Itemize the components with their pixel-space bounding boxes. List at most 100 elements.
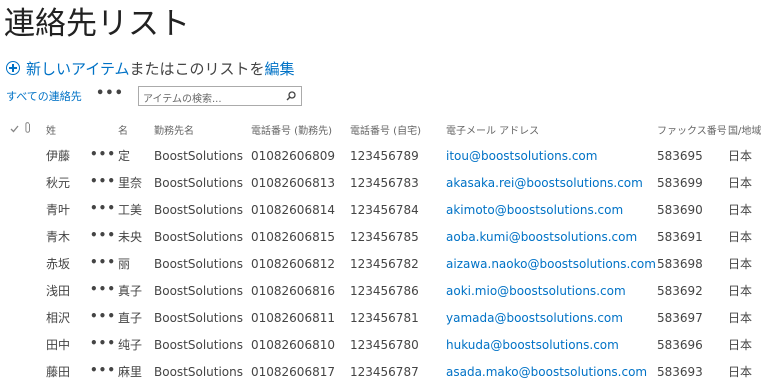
cell-email-link[interactable]: aizawa.naoko@boostsolutions.com — [446, 256, 656, 272]
cell-email-link[interactable]: akimoto@boostsolutions.com — [446, 202, 623, 218]
row-menu-button[interactable]: ••• — [90, 228, 116, 242]
new-item-link[interactable]: 新しいアイテム — [26, 58, 130, 79]
cell-country: 日本 — [728, 176, 753, 190]
cell-business-phone: 01082606812 — [251, 257, 335, 271]
column-header-home-phone[interactable]: 電話番号 (自宅) — [350, 122, 421, 138]
cell-country: 日本 — [728, 203, 753, 217]
cell-email-link[interactable]: itou@boostsolutions.com — [446, 148, 597, 164]
cell-email-link[interactable]: aoki.mio@boostsolutions.com — [446, 283, 626, 299]
view-bar: すべての連絡先 ••• — [6, 86, 306, 109]
table-row[interactable]: 赤坂 ••• 丽 BoostSolutions 01082606812 1234… — [0, 252, 767, 278]
cell-last-name: 青叶 — [46, 203, 71, 217]
cell-business-phone: 01082606813 — [251, 176, 335, 190]
cell-first-name: 麻里 — [118, 365, 143, 379]
row-menu-button[interactable]: ••• — [90, 336, 116, 350]
row-menu-button[interactable]: ••• — [90, 147, 116, 161]
cell-fax: 583696 — [657, 338, 703, 352]
cell-last-name: 藤田 — [46, 365, 71, 379]
cell-fax: 583691 — [657, 230, 703, 244]
cell-fax: 583695 — [657, 149, 703, 163]
cell-email-link[interactable]: yamada@boostsolutions.com — [446, 310, 623, 326]
check-icon[interactable] — [10, 125, 19, 133]
table-row[interactable]: 青叶 ••• 工美 BoostSolutions 01082606814 123… — [0, 198, 767, 224]
table-row[interactable]: 伊藤 ••• 定 BoostSolutions 01082606809 1234… — [0, 144, 767, 170]
cell-first-name: 丽 — [118, 257, 131, 271]
cell-email-link[interactable]: akasaka.rei@boostsolutions.com — [446, 175, 643, 191]
cell-company: BoostSolutions — [154, 338, 244, 352]
cell-company: BoostSolutions — [154, 284, 244, 298]
page-title: 連絡先リスト — [4, 6, 190, 42]
row-menu-button[interactable]: ••• — [90, 282, 116, 296]
cell-country: 日本 — [728, 311, 753, 325]
cell-fax: 583697 — [657, 311, 703, 325]
row-menu-button[interactable]: ••• — [90, 201, 116, 215]
cell-first-name: 真子 — [118, 284, 143, 298]
cell-last-name: 相沢 — [46, 311, 71, 325]
cell-home-phone: 123456780 — [350, 338, 419, 352]
cell-home-phone: 123456789 — [350, 149, 419, 163]
cell-country: 日本 — [728, 365, 753, 379]
table-row[interactable]: 秋元 ••• 里奈 BoostSolutions 01082606813 123… — [0, 171, 767, 197]
cell-business-phone: 01082606816 — [251, 284, 335, 298]
cell-company: BoostSolutions — [154, 230, 244, 244]
row-menu-button[interactable]: ••• — [90, 174, 116, 188]
plus-circle-icon[interactable] — [6, 61, 20, 75]
cell-first-name: 纯子 — [118, 338, 143, 352]
cell-business-phone: 01082606815 — [251, 230, 335, 244]
cell-business-phone: 01082606814 — [251, 203, 335, 217]
table-row[interactable]: 浅田 ••• 真子 BoostSolutions 01082606816 123… — [0, 279, 767, 305]
search-input[interactable] — [139, 90, 283, 109]
cell-first-name: 工美 — [118, 203, 143, 217]
cell-email-link[interactable]: aoba.kumi@boostsolutions.com — [446, 229, 637, 245]
new-item-middle-text: またはこのリストを — [129, 59, 265, 78]
cell-company: BoostSolutions — [154, 149, 244, 163]
cell-fax: 583698 — [657, 257, 703, 271]
cell-last-name: 赤坂 — [46, 257, 71, 271]
cell-home-phone: 123456783 — [350, 176, 419, 190]
cell-country: 日本 — [728, 284, 753, 298]
column-header-business-phone[interactable]: 電話番号 (勤務先) — [251, 122, 332, 138]
row-menu-button[interactable]: ••• — [90, 255, 116, 269]
row-menu-button[interactable]: ••• — [90, 309, 116, 323]
cell-company: BoostSolutions — [154, 311, 244, 325]
cell-email-link[interactable]: asada.mako@boostsolutions.com — [446, 364, 647, 380]
cell-country: 日本 — [728, 230, 753, 244]
cell-home-phone: 123456782 — [350, 257, 419, 271]
cell-country: 日本 — [728, 149, 753, 163]
cell-country: 日本 — [728, 338, 753, 352]
cell-fax: 583699 — [657, 176, 703, 190]
cell-home-phone: 123456786 — [350, 284, 419, 298]
view-more-button[interactable]: ••• — [96, 86, 124, 101]
column-header-first-name[interactable]: 名 — [118, 122, 128, 138]
cell-business-phone: 01082606809 — [251, 149, 335, 163]
cell-company: BoostSolutions — [154, 365, 244, 379]
magnifier-icon[interactable] — [286, 91, 296, 101]
cell-fax: 583692 — [657, 284, 703, 298]
edit-list-link[interactable]: 編集 — [265, 58, 295, 79]
table-row[interactable]: 藤田 ••• 麻里 BoostSolutions 01082606817 123… — [0, 360, 767, 386]
cell-home-phone: 123456784 — [350, 203, 419, 217]
table-row[interactable]: 青木 ••• 未央 BoostSolutions 01082606815 123… — [0, 225, 767, 251]
cell-company: BoostSolutions — [154, 176, 244, 190]
cell-home-phone: 123456787 — [350, 365, 419, 379]
cell-last-name: 秋元 — [46, 176, 71, 190]
column-header-email[interactable]: 電子メール アドレス — [446, 122, 539, 138]
column-header-fax[interactable]: ファックス番号 — [657, 122, 727, 138]
view-all-contacts[interactable]: すべての連絡先 — [6, 88, 82, 104]
cell-first-name: 未央 — [118, 230, 143, 244]
table-row[interactable]: 相沢 ••• 直子 BoostSolutions 01082606811 123… — [0, 306, 767, 332]
new-item-bar: 新しいアイテム またはこのリストを 編集 — [6, 57, 295, 79]
column-header-company[interactable]: 勤務先名 — [154, 122, 194, 138]
cell-business-phone: 01082606817 — [251, 365, 335, 379]
cell-first-name: 定 — [118, 149, 131, 163]
cell-last-name: 浅田 — [46, 284, 71, 298]
column-header-country[interactable]: 国/地域 — [728, 122, 761, 138]
cell-email-link[interactable]: hukuda@boostsolutions.com — [446, 337, 619, 353]
cell-company: BoostSolutions — [154, 203, 244, 217]
row-menu-button[interactable]: ••• — [90, 363, 116, 377]
table-row[interactable]: 田中 ••• 纯子 BoostSolutions 01082606810 123… — [0, 333, 767, 359]
column-header-last-name[interactable]: 姓 — [46, 122, 56, 138]
cell-first-name: 直子 — [118, 311, 143, 325]
cell-last-name: 田中 — [46, 338, 71, 352]
cell-business-phone: 01082606810 — [251, 338, 335, 352]
